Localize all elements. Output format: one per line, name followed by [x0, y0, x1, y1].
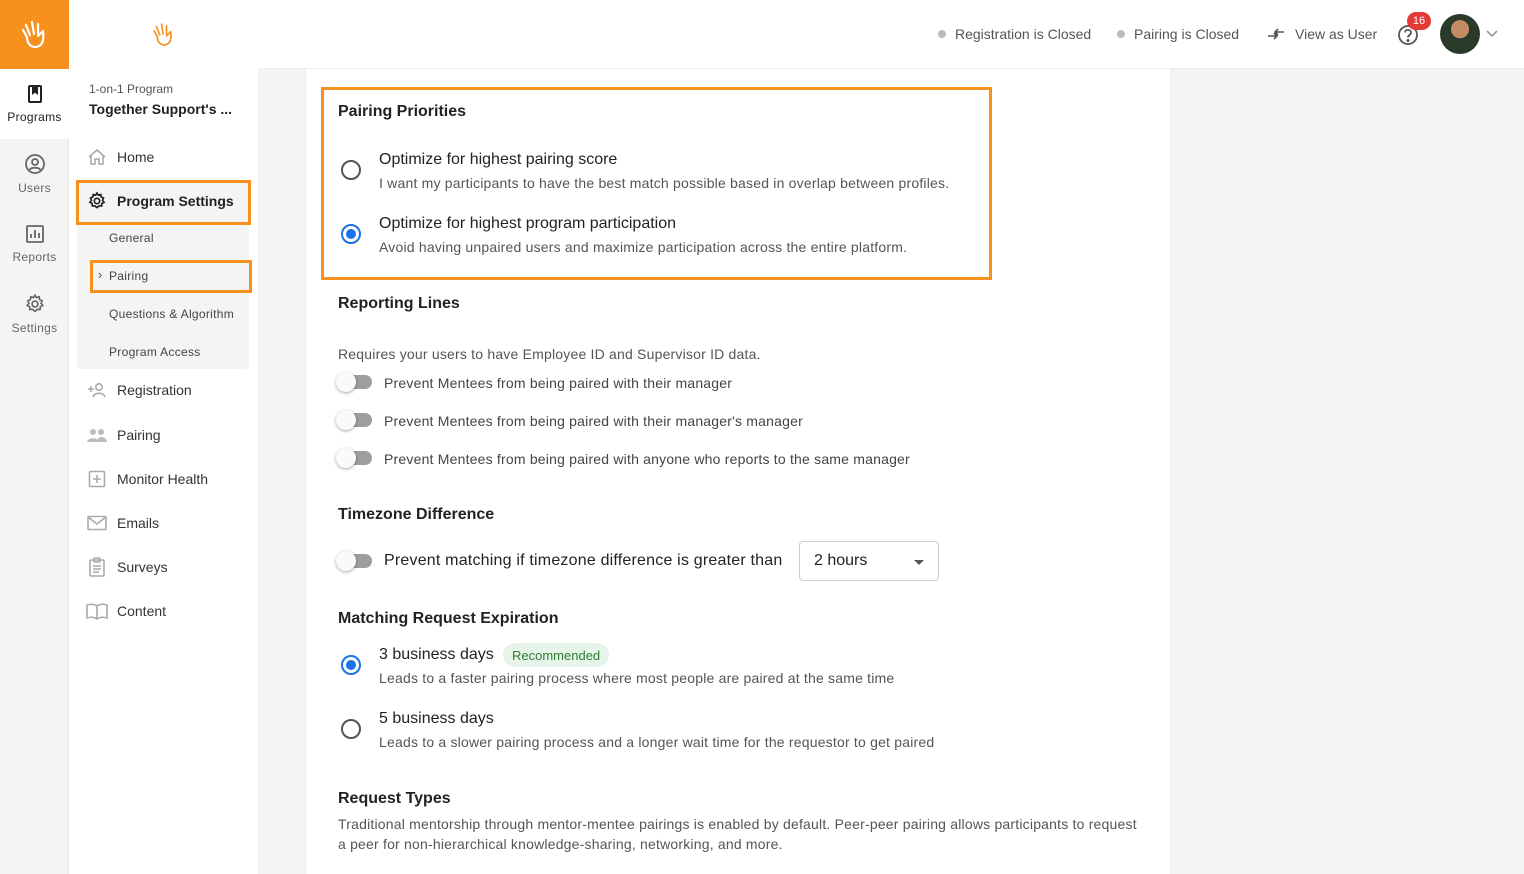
- caret-down-icon: [914, 560, 924, 565]
- section-title-request-types: Request Types: [338, 790, 451, 807]
- option-title: 3 business days: [379, 646, 494, 663]
- bar-chart-icon: [25, 225, 44, 243]
- waving-hand-icon: [21, 20, 44, 48]
- status-label: Pairing is Closed: [1134, 26, 1240, 42]
- option-desc: Avoid having unpaired users and maximize…: [379, 239, 908, 255]
- radio-highest-program-participation[interactable]: [341, 224, 361, 244]
- registration-status: Registration is Closed: [938, 26, 1091, 42]
- program-type: 1-on-1 Program: [89, 82, 174, 96]
- program-name[interactable]: Together Support's ...: [89, 101, 232, 117]
- recommended-badge: Recommended: [503, 643, 610, 667]
- view-as-user-button[interactable]: View as User: [1266, 26, 1377, 42]
- settings-card: Pairing Priorities Optimize for highest …: [305, 69, 1171, 874]
- nav-pairing[interactable]: Pairing: [77, 424, 249, 446]
- option-title: 5 business days: [379, 710, 494, 727]
- option-desc: Leads to a faster pairing process where …: [379, 670, 895, 686]
- status-dot: [938, 30, 946, 38]
- nav-label: Surveys: [117, 559, 168, 575]
- rail-label: Programs: [7, 110, 62, 124]
- add-user-icon: [77, 381, 117, 399]
- option-title: Optimize for highest pairing score: [379, 151, 618, 168]
- swap-arrows-icon: [1268, 28, 1284, 40]
- nav-label: Content: [117, 603, 167, 619]
- waving-hand-icon: [152, 22, 172, 46]
- nav-registration[interactable]: Registration: [77, 379, 249, 401]
- sidebar-logo: [69, 0, 258, 69]
- toggle-timezone[interactable]: [336, 551, 372, 571]
- chevron-down-icon[interactable]: [1485, 29, 1499, 39]
- rail-item-settings[interactable]: Settings: [0, 279, 69, 349]
- toggle-prevent-manager[interactable]: [336, 372, 372, 392]
- highlight-pairing: [90, 260, 252, 293]
- mail-icon: [77, 515, 117, 531]
- top-bar: Registration is Closed Pairing is Closed…: [258, 0, 1524, 69]
- home-icon: [77, 148, 117, 166]
- nav-content[interactable]: Content: [77, 600, 249, 622]
- subnav-questions[interactable]: Questions & Algorithm: [109, 307, 234, 321]
- notification-badge[interactable]: 16: [1407, 12, 1431, 30]
- nav-home[interactable]: Home: [77, 146, 249, 168]
- radio-5-business-days[interactable]: [341, 719, 361, 739]
- nav-label: Emails: [117, 515, 160, 531]
- timezone-hours-select[interactable]: 2 hours: [799, 541, 939, 581]
- nav-label: Registration: [117, 382, 192, 398]
- book-icon: [27, 85, 42, 103]
- rail-item-reports[interactable]: Reports: [0, 209, 69, 279]
- nav-label: Home: [117, 149, 155, 165]
- option-title: Optimize for highest program participati…: [379, 215, 677, 232]
- nav-emails[interactable]: Emails: [77, 512, 249, 534]
- request-types-desc: a peer for non-hierarchical knowledge-sh…: [338, 836, 783, 852]
- status-dot: [1117, 30, 1125, 38]
- option-desc: I want my participants to have the best …: [379, 175, 950, 191]
- toggle-label: Prevent Mentees from being paired with t…: [384, 413, 803, 429]
- nav-label: Pairing: [117, 427, 161, 443]
- subnav-general[interactable]: General: [109, 231, 154, 245]
- rail-label: Users: [18, 181, 51, 195]
- avatar[interactable]: [1440, 14, 1480, 54]
- radio-highest-pairing-score[interactable]: [341, 160, 361, 180]
- timezone-label: Prevent matching if timezone difference …: [384, 552, 783, 569]
- reporting-lines-desc: Requires your users to have Employee ID …: [338, 346, 761, 362]
- section-title-expiration: Matching Request Expiration: [338, 610, 559, 627]
- nav-surveys[interactable]: Surveys: [77, 556, 249, 578]
- gear-icon: [25, 293, 44, 313]
- radio-3-business-days[interactable]: [341, 655, 361, 675]
- option-desc: Leads to a slower pairing process and a …: [379, 734, 935, 750]
- toggle-prevent-same-manager[interactable]: [336, 448, 372, 468]
- highlight-program-settings: [76, 180, 251, 225]
- select-value: 2 hours: [814, 552, 868, 569]
- icon-rail: Programs Users Reports Settings: [0, 0, 69, 874]
- section-title-reporting-lines: Reporting Lines: [338, 295, 460, 312]
- subnav-program-access[interactable]: Program Access: [109, 345, 201, 359]
- rail-item-users[interactable]: Users: [0, 139, 69, 209]
- view-as-user-label: View as User: [1295, 26, 1378, 42]
- section-title-timezone: Timezone Difference: [338, 506, 495, 523]
- nav-monitor-health[interactable]: Monitor Health: [77, 468, 249, 490]
- pairing-status: Pairing is Closed: [1117, 26, 1239, 42]
- rail-item-programs[interactable]: Programs: [0, 69, 69, 139]
- program-sidebar: 1-on-1 Program Together Support's ... Ho…: [69, 0, 258, 874]
- open-book-icon: [77, 602, 117, 620]
- toggle-label: Prevent Mentees from being paired with t…: [384, 375, 733, 391]
- toggle-prevent-managers-manager[interactable]: [336, 410, 372, 430]
- user-circle-icon: [24, 154, 45, 174]
- people-icon: [77, 426, 117, 444]
- toggle-label: Prevent Mentees from being paired with a…: [384, 451, 910, 467]
- nav-label: Monitor Health: [117, 471, 209, 487]
- health-plus-icon: [77, 470, 117, 488]
- clipboard-icon: [77, 557, 117, 577]
- status-label: Registration is Closed: [955, 26, 1092, 42]
- rail-label: Reports: [12, 250, 57, 264]
- app-logo[interactable]: [0, 0, 69, 69]
- request-types-desc: Traditional mentorship through mentor-me…: [338, 816, 1137, 832]
- rail-label: Settings: [11, 321, 58, 335]
- section-title-pairing-priorities: Pairing Priorities: [338, 103, 467, 120]
